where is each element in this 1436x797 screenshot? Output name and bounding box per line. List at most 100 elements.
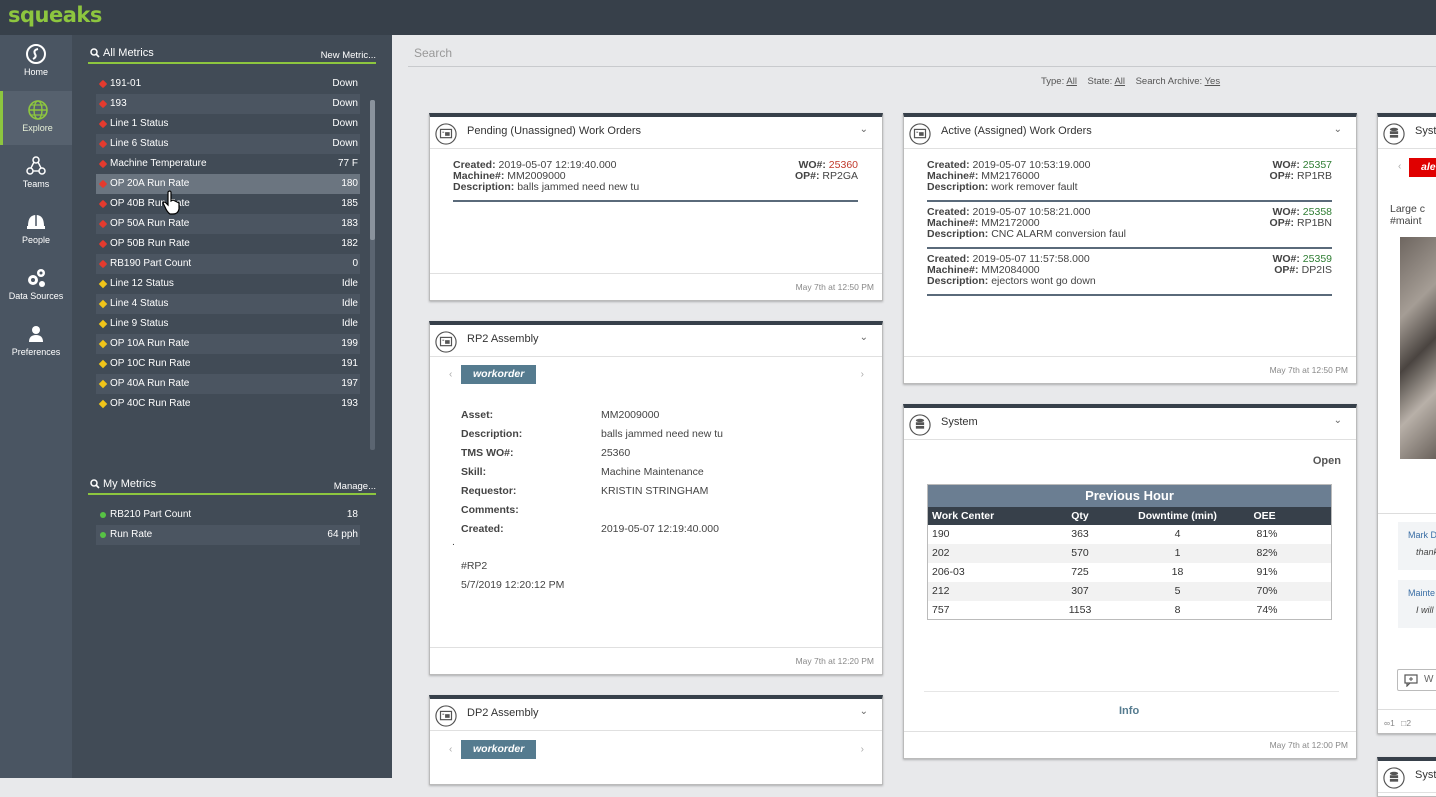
metric-row[interactable]: 193 Down <box>96 94 360 114</box>
info-link[interactable]: Info <box>1119 705 1139 717</box>
search-input[interactable]: Search <box>414 46 452 60</box>
nav-people[interactable]: People <box>0 203 72 257</box>
my-metrics-header: My Metrics Manage... <box>88 475 376 495</box>
comment-author[interactable]: Mainte <box>1408 588 1435 598</box>
table-row: 202 570 1 82% <box>927 543 1332 563</box>
detail-row: Created: 2019-05-07 12:19:40.000 <box>461 523 861 537</box>
metric-row[interactable]: RB190 Part Count 0 <box>96 254 360 274</box>
chevron-left-icon[interactable]: ‹ <box>1398 161 1401 172</box>
chevron-down-icon[interactable]: ⌄ <box>1334 415 1342 426</box>
wo-ids: WO#: 25357 OP#: RP1RB <box>1270 160 1332 182</box>
detail-key: TMS WO#: <box>461 447 514 459</box>
table-cell: 190 <box>932 528 950 540</box>
work-order-item[interactable]: Created: 2019-05-07 11:57:58.000 Machine#… <box>927 254 1332 296</box>
op-value: RP1RB <box>1296 170 1332 182</box>
metric-name: OP 40A Run Rate <box>110 378 190 389</box>
status-icon <box>100 512 106 518</box>
status-icon <box>98 199 108 209</box>
alert-tag[interactable]: ale <box>1409 158 1436 177</box>
wo-description: Description: CNC ALARM conversion faul <box>927 229 1332 240</box>
workorder-tag[interactable]: workorder <box>461 740 537 759</box>
metrics-scrollbar-thumb[interactable] <box>370 100 375 240</box>
nav-teams[interactable]: Teams <box>0 147 72 201</box>
chevron-down-icon[interactable]: ⌄ <box>860 706 868 717</box>
metric-row[interactable]: 191-01 Down <box>96 74 360 94</box>
metric-row[interactable]: Run Rate 64 pph <box>96 525 360 545</box>
state-filter-value[interactable]: All <box>1114 76 1125 87</box>
manage-link[interactable]: Manage... <box>334 481 376 492</box>
nav-explore[interactable]: Explore <box>0 91 72 145</box>
metric-row[interactable]: Line 12 Status Idle <box>96 274 360 294</box>
chevron-left-icon[interactable]: ‹ <box>449 744 452 755</box>
nav-preferences[interactable]: Preferences <box>0 315 72 369</box>
metric-row[interactable]: OP 50A Run Rate 183 <box>96 214 360 234</box>
status-open-label: Open <box>1312 455 1341 467</box>
wo-description: Description: balls jammed need new tu <box>453 182 858 193</box>
new-metric-link[interactable]: New Metric... <box>321 50 376 61</box>
nav-home[interactable]: Home <box>0 35 72 89</box>
op-label: OP#: <box>1269 217 1295 229</box>
chevron-down-icon[interactable]: ⌄ <box>860 124 868 135</box>
metric-row[interactable]: OP 40C Run Rate 193 <box>96 394 360 414</box>
alert-text: Large c #maint <box>1390 203 1425 227</box>
my-metrics-title[interactable]: My Metrics <box>103 478 156 490</box>
metric-row[interactable]: OP 10A Run Rate 199 <box>96 334 360 354</box>
metrics-scrollbar[interactable] <box>370 100 375 450</box>
nav-data-sources[interactable]: Data Sources <box>0 259 72 313</box>
chevron-down-icon[interactable]: ⌄ <box>860 332 868 343</box>
metric-row[interactable]: Line 4 Status Idle <box>96 294 360 314</box>
work-order-item[interactable]: Created: 2019-05-07 12:19:40.000 Machine#… <box>453 160 858 202</box>
status-icon <box>98 319 108 329</box>
metric-row[interactable]: Line 1 Status Down <box>96 114 360 134</box>
metric-row[interactable]: Line 9 Status Idle <box>96 314 360 334</box>
hashtag-text[interactable]: #RP2 <box>461 560 487 572</box>
table-cell: 206-03 <box>932 566 965 578</box>
op-label: OP#: <box>1274 264 1299 276</box>
chevron-left-icon[interactable]: ‹ <box>449 369 452 380</box>
status-icon <box>98 259 108 269</box>
table-row: 212 307 5 70% <box>927 581 1332 601</box>
chevron-right-icon[interactable]: › <box>861 744 864 755</box>
comment-author[interactable]: Mark D <box>1408 530 1436 540</box>
type-filter-value[interactable]: All <box>1066 76 1077 87</box>
metric-row[interactable]: OP 40A Run Rate 197 <box>96 374 360 394</box>
metric-value: 193 <box>341 398 358 409</box>
metric-value: 182 <box>341 238 358 249</box>
description-value: work remover fault <box>991 181 1078 193</box>
metric-name: OP 50A Run Rate <box>110 218 190 229</box>
app-logo[interactable]: squeaks <box>8 3 102 27</box>
search-icon[interactable] <box>90 48 100 58</box>
table-row: 206-03 725 18 91% <box>928 563 1332 582</box>
status-icon <box>98 99 108 109</box>
wo-separator <box>927 200 1332 202</box>
alert-photo[interactable] <box>1400 237 1436 459</box>
metric-row[interactable]: Line 6 Status Down <box>96 134 360 154</box>
divider <box>924 691 1339 692</box>
metric-name: OP 10A Run Rate <box>110 338 190 349</box>
workorder-tag[interactable]: workorder <box>461 365 537 384</box>
metric-row[interactable]: OP 40B Run Rate 185 <box>96 194 360 214</box>
chevron-right-icon[interactable]: › <box>861 369 864 380</box>
table-cell: 363 <box>1071 528 1089 540</box>
metric-row[interactable]: OP 50B Run Rate 182 <box>96 234 360 254</box>
metric-name: RB210 Part Count <box>110 509 192 520</box>
all-metrics-title[interactable]: All Metrics <box>103 47 154 59</box>
metric-row[interactable]: OP 20A Run Rate 180 <box>96 174 360 194</box>
previous-hour-table: Previous Hour Work Center Qty Downtime (… <box>927 484 1332 620</box>
alert-text-line-2: #maint <box>1390 215 1422 227</box>
archive-filter-value[interactable]: Yes <box>1205 76 1221 87</box>
card-footer: May 7th at 12:20 PM <box>430 647 882 674</box>
work-order-item[interactable]: Created: 2019-05-07 10:58:21.000 Machine#… <box>927 207 1332 249</box>
metric-value: 197 <box>341 378 358 389</box>
card-title: DP2 Assembly <box>467 707 539 719</box>
metric-row[interactable]: OP 10C Run Rate 191 <box>96 354 360 374</box>
reply-button[interactable]: W <box>1397 669 1436 691</box>
metric-name: OP 10C Run Rate <box>110 358 191 369</box>
work-order-item[interactable]: Created: 2019-05-07 10:53:19.000 Machine#… <box>927 160 1332 202</box>
chevron-down-icon[interactable]: ⌄ <box>1334 124 1342 135</box>
status-icon <box>98 219 108 229</box>
search-icon[interactable] <box>90 479 100 489</box>
metric-row[interactable]: Machine Temperature 77 F <box>96 154 360 174</box>
squeaks-logo-icon <box>26 44 46 64</box>
metric-row[interactable]: RB210 Part Count 18 <box>96 505 360 525</box>
